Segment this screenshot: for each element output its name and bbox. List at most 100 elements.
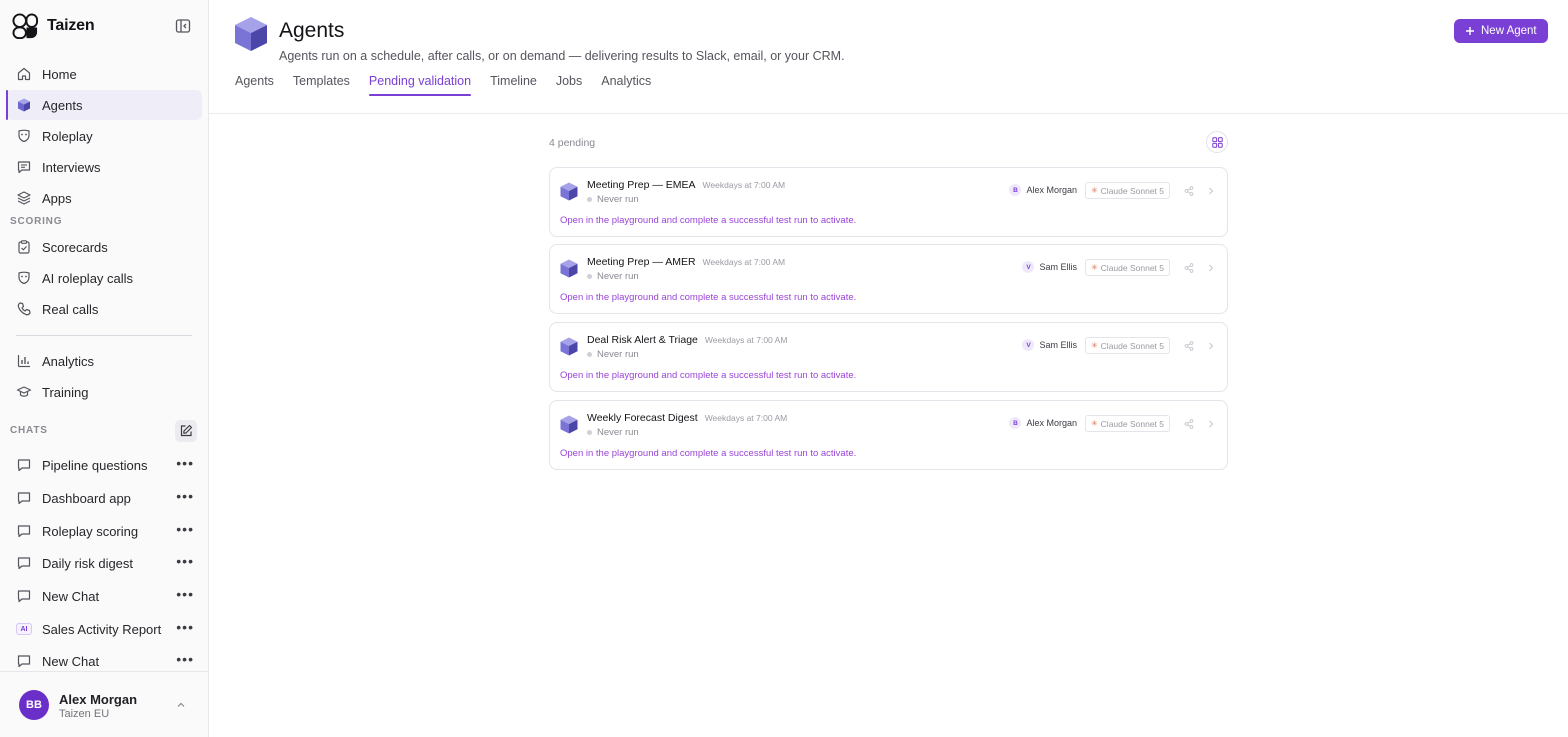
sidebar-item-training[interactable]: Training [6,377,202,407]
status-dot-icon [587,274,592,279]
model-chip: ✳ Claude Sonnet 5 [1084,415,1170,432]
chat-more-icon[interactable]: ••• [176,620,194,634]
user-org: Taizen EU [59,708,110,720]
sidebar-item-real-calls[interactable]: Real calls [6,294,202,324]
sidebar: Taizen Home Agents Roleplay Interviews A… [0,0,209,737]
brand[interactable]: Taizen [12,12,95,40]
agent-name: Deal Risk Alert & Triage Weekdays at 7:00… [587,334,787,346]
chevron-right-icon[interactable] [1207,419,1215,429]
sidebar-item-apps[interactable]: Apps [6,183,202,213]
chat-more-icon[interactable]: ••• [176,489,194,503]
sidebar-item-scorecards[interactable]: Scorecards [6,232,202,262]
agent-name-text: Meeting Prep — AMER [587,256,696,268]
model-name: Claude Sonnet 5 [1100,340,1164,351]
sidebar-item-label: Roleplay [42,128,93,144]
chat-icon [17,459,31,472]
tab-templates[interactable]: Templates [293,74,350,96]
owner-avatar: V [1022,339,1035,351]
chat-more-icon[interactable]: ••• [176,554,194,568]
cube-icon [560,337,578,356]
agent-owner: V Sam Ellis [1022,339,1077,351]
roleplay-icon [18,271,30,285]
tab-pending-validation[interactable]: Pending validation [368,74,472,96]
page-subtitle: Agents run on a schedule, after calls, o… [279,49,845,63]
activation-hint[interactable]: Open in the playground and complete a su… [560,448,856,459]
chevron-right-icon[interactable] [1207,341,1215,351]
chat-item[interactable]: Dashboard app ••• [6,483,202,513]
sidebar-item-analytics[interactable]: Analytics [6,346,202,376]
agent-status-text: Never run [597,427,639,438]
agent-status-text: Never run [597,271,639,282]
apps-icon [17,191,31,205]
model-name: Claude Sonnet 5 [1100,185,1164,196]
sidebar-item-label: Scorecards [42,239,108,255]
sidebar-item-home[interactable]: Home [6,59,202,89]
owner-name: Alex Morgan [1026,418,1077,428]
new-agent-button[interactable]: New Agent [1454,19,1548,43]
chat-more-icon[interactable]: ••• [176,652,194,666]
share-icon[interactable] [1184,186,1194,196]
activation-hint[interactable]: Open in the playground and complete a su… [560,215,856,226]
pending-agent-card[interactable]: Meeting Prep — EMEA Weekdays at 7:00 AM N… [549,167,1228,237]
sidebar-item-label: Interviews [42,159,101,175]
collapse-sidebar-icon[interactable] [175,18,191,34]
chat-item-label: New Chat [42,588,100,604]
agent-owner: V Sam Ellis [1022,261,1077,273]
status-dot-icon [587,197,592,202]
header-divider [209,113,1568,114]
pending-agent-card[interactable]: Deal Risk Alert & Triage Weekdays at 7:00… [549,322,1228,392]
chat-more-icon[interactable]: ••• [176,587,194,601]
sidebar-item-label: Apps [42,190,72,206]
plus-icon [1466,27,1474,35]
agent-name-text: Meeting Prep — EMEA [587,179,696,191]
chat-item[interactable]: Daily risk digest ••• [6,548,202,578]
tab-jobs[interactable]: Jobs [556,74,582,96]
sidebar-item-label: Agents [42,97,83,113]
owner-name: Alex Morgan [1026,185,1077,195]
owner-name: Sam Ellis [1039,340,1077,350]
tab-analytics[interactable]: Analytics [601,74,651,96]
sidebar-item-agents[interactable]: Agents [6,90,202,120]
pending-agent-card[interactable]: Meeting Prep — AMER Weekdays at 7:00 AM N… [549,244,1228,314]
chevron-right-icon[interactable] [1207,263,1215,273]
user-menu[interactable]: BB Alex Morgan Taizen EU [0,671,208,737]
chat-item[interactable]: Pipeline questions ••• [6,450,202,480]
share-icon[interactable] [1184,263,1194,273]
sidebar-item-label: AI roleplay calls [42,270,134,286]
chat-item[interactable]: AI Sales Activity Report ••• [6,614,202,644]
share-icon[interactable] [1184,341,1194,351]
sidebar-item-roleplay[interactable]: Roleplay [6,121,202,151]
clipboard-icon [18,240,30,254]
activation-hint[interactable]: Open in the playground and complete a su… [560,370,856,381]
edit-icon [180,424,193,437]
chat-more-icon[interactable]: ••• [176,456,194,470]
chevron-up-icon [177,702,185,707]
status-dot-icon [587,352,592,357]
agent-schedule: Weekdays at 7:00 AM [702,180,786,190]
agent-status: Never run [587,271,639,282]
chat-item[interactable]: New Chat ••• [6,581,202,611]
tab-agents[interactable]: Agents [235,74,274,96]
sidebar-item-interviews[interactable]: Interviews [6,152,202,182]
sidebar-item-ai-roleplay-calls[interactable]: AI roleplay calls [6,263,202,293]
activation-hint[interactable]: Open in the playground and complete a su… [560,292,856,303]
chevron-right-icon[interactable] [1207,186,1215,196]
agent-status-text: Never run [597,349,639,360]
chat-more-icon[interactable]: ••• [176,522,194,536]
scoring-section-label: SCORING [10,216,63,227]
share-icon[interactable] [1184,419,1194,429]
agent-name: Meeting Prep — AMER Weekdays at 7:00 AM [587,256,785,268]
chat-icon [17,161,31,174]
pending-agent-card[interactable]: Weekly Forecast Digest Weekdays at 7:00 A… [549,400,1228,470]
brand-name: Taizen [47,17,95,34]
grid-view-button[interactable] [1206,131,1228,153]
chat-item-label: Daily risk digest [42,555,134,571]
chat-icon [17,525,31,538]
model-chip: ✳ Claude Sonnet 5 [1084,182,1170,199]
chat-item[interactable]: Roleplay scoring ••• [6,516,202,546]
sidebar-item-label: Training [42,384,89,400]
agent-name: Weekly Forecast Digest Weekdays at 7:00 A… [587,412,787,424]
new-chat-button[interactable] [175,420,197,442]
tab-timeline[interactable]: Timeline [490,74,537,96]
sidebar-divider [16,335,192,336]
